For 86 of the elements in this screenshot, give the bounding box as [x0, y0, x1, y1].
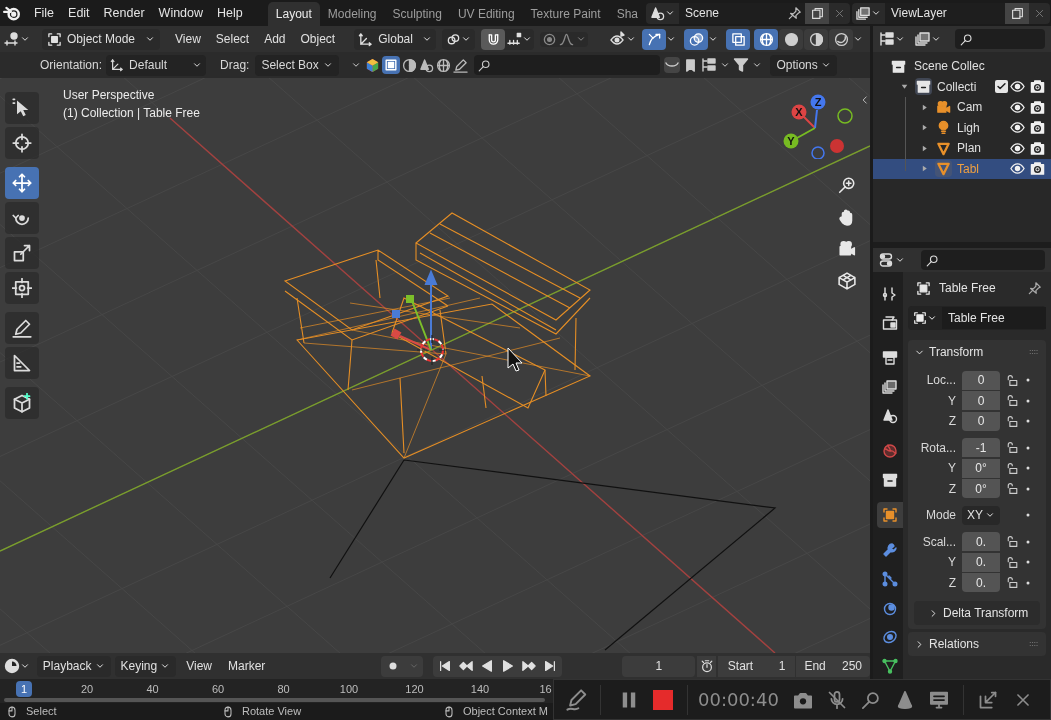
navigation-gizmo[interactable]: X Y Z — [780, 94, 855, 159]
number-field[interactable]: 0. — [962, 552, 1000, 572]
mode-dropdown[interactable]: Object Mode — [42, 28, 160, 50]
menu-item[interactable]: View — [168, 28, 208, 50]
workspace-tab[interactable]: Sculpting — [384, 2, 450, 26]
outliner-row[interactable]: Collecti — [873, 76, 1051, 97]
field-label: Z — [947, 574, 957, 592]
item-label: Cam — [957, 99, 983, 117]
workspace-tab[interactable]: Layout — [267, 2, 320, 26]
number-field[interactable]: 0° — [962, 479, 1000, 499]
frame-number: 140 — [470, 682, 490, 697]
frame-number: 100 — [339, 682, 359, 697]
menu-item[interactable]: View — [180, 655, 218, 677]
field-label: Mode — [924, 507, 957, 525]
elapsed-time: 00:00:40 — [698, 688, 779, 712]
item-label: Collecti — [937, 78, 977, 96]
menu-item[interactable]: Render — [96, 2, 152, 24]
status-hint: Object Context M — [463, 704, 548, 720]
object-name: Table Free — [939, 280, 996, 297]
mode-dropdown[interactable]: XY — [962, 505, 1000, 525]
workspace-tab[interactable]: UV Editing — [449, 2, 523, 26]
field-label: Scal... — [921, 533, 957, 551]
name-field[interactable]: Table Free — [942, 307, 1046, 329]
orientation-dropdown[interactable]: Global — [354, 28, 437, 50]
axis-handle[interactable]: Z — [810, 94, 826, 110]
workspace-tab[interactable]: Sha — [608, 2, 646, 26]
menu-item[interactable]: Object — [293, 28, 343, 50]
number-field[interactable]: 0. — [962, 573, 1000, 593]
number-field[interactable]: 0 — [962, 411, 1000, 431]
frame-number: 80 — [276, 682, 291, 697]
field-label: Rota... — [919, 439, 957, 457]
menu-item[interactable]: Help — [210, 2, 250, 24]
item-label: Plan — [957, 140, 982, 158]
field-label: Z — [947, 480, 957, 498]
status-hint: Rotate View — [242, 704, 302, 720]
number-field[interactable]: 0° — [962, 458, 1000, 478]
field-label: Loc... — [925, 372, 957, 390]
menu-item[interactable]: Window — [151, 2, 211, 24]
panel-header[interactable]: Transform — [908, 340, 1046, 364]
field-label: Z — [947, 413, 957, 431]
frame-number: 40 — [145, 682, 160, 697]
status-hint: Select — [26, 704, 57, 720]
outliner-row[interactable]: Plan — [873, 138, 1051, 159]
axis-handle[interactable]: Y — [783, 133, 799, 149]
field-label: Y — [947, 460, 957, 478]
view-layer-field[interactable]: ViewLayer — [885, 2, 1005, 24]
view-name: User Perspective — [63, 87, 156, 104]
axis-handle[interactable]: X — [791, 104, 807, 120]
field-label: Y — [947, 554, 957, 572]
menu-item[interactable]: Marker — [222, 655, 272, 677]
outliner-row[interactable]: Cam — [873, 97, 1051, 118]
menu-item[interactable]: Add — [257, 28, 293, 50]
current-frame-marker[interactable]: 1 — [16, 681, 33, 697]
frame-number: 20 — [79, 682, 95, 697]
current-frame-field[interactable]: 1 — [622, 655, 696, 677]
subpanel-header[interactable]: Delta Transform — [914, 601, 1040, 625]
field-label: Orientation: — [40, 57, 103, 74]
item-label: Ligh — [957, 119, 980, 137]
drag-dropdown[interactable]: Select Box — [255, 54, 340, 76]
context-label: (1) Collection | Table Free — [63, 105, 200, 122]
item-label: Tabl — [957, 160, 979, 178]
scene-name-field[interactable]: Scene — [679, 2, 785, 24]
menu-item[interactable]: Edit — [61, 2, 97, 24]
options-dropdown[interactable]: Options — [770, 54, 837, 76]
start-frame-field[interactable]: Start 1 — [717, 655, 796, 677]
panel-header[interactable]: Relations — [908, 632, 1046, 656]
menu-item[interactable]: Playback — [36, 655, 111, 677]
orientation-dropdown[interactable]: Default — [106, 54, 207, 76]
menu-item[interactable]: Keying — [114, 655, 177, 677]
workspace-tab[interactable]: Modeling — [319, 2, 385, 26]
number-field[interactable]: -1 — [962, 438, 1000, 458]
outliner-row[interactable]: Ligh — [873, 117, 1051, 138]
number-field[interactable]: 0. — [962, 532, 1000, 552]
number-field[interactable]: 0 — [962, 370, 1000, 390]
workspace-tab[interactable]: Texture Paint — [522, 2, 609, 26]
menu-item[interactable]: File — [26, 2, 62, 24]
end-frame-field[interactable]: End 250 — [796, 655, 870, 677]
menu-item[interactable]: Select — [208, 28, 257, 50]
item-label: Scene Collec — [914, 58, 985, 76]
field-label: Y — [947, 392, 957, 410]
frame-number: 60 — [210, 682, 226, 697]
number-field[interactable]: 0 — [962, 391, 1000, 411]
outliner-row[interactable]: Tabl — [873, 158, 1051, 179]
frame-number: 120 — [404, 682, 425, 697]
frame-number: 16 — [538, 682, 553, 697]
field-label: Drag: — [220, 57, 250, 74]
